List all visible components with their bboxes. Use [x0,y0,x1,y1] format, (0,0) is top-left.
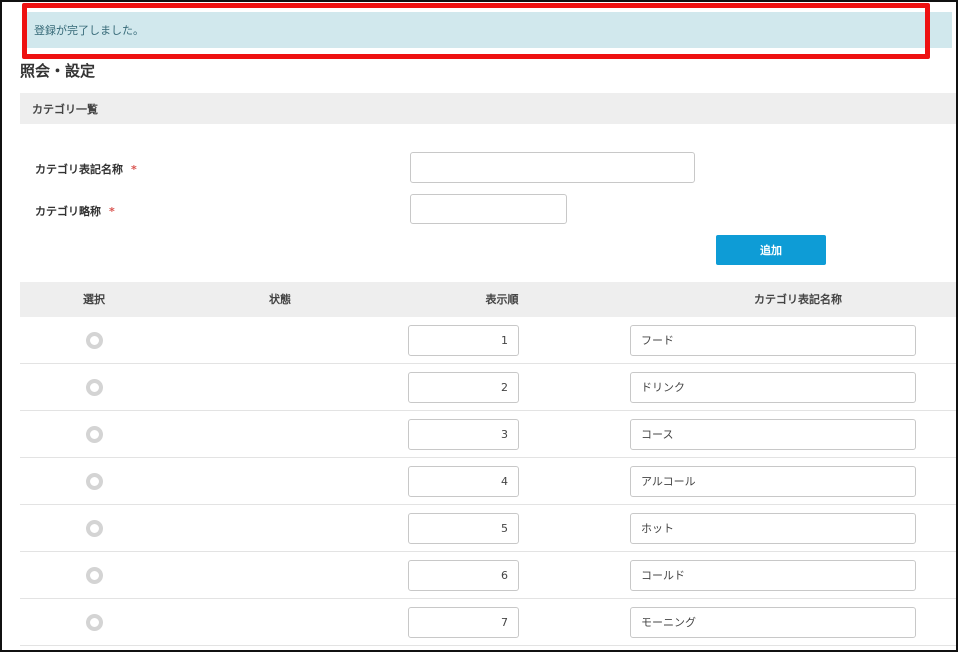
category-name-cell-input[interactable]: ドリンク [630,372,916,403]
select-radio[interactable] [86,520,103,537]
category-abbr-label-text: カテゴリ略称 [35,205,101,218]
category-name-input[interactable] [410,152,695,183]
column-name: カテゴリ表記名称 [754,293,842,306]
table-row: 4 アルコール [20,458,956,505]
column-status: 状態 [269,293,291,306]
category-table-body: 1 フード 2 ドリンク 3 コース 4 アルコール 5 ホット 6 コールド … [20,317,956,646]
category-abbr-label: カテゴリ略称 * [35,203,115,219]
table-header: 選択 状態 表示順 カテゴリ表記名称 [20,282,956,317]
table-row: 3 コース [20,411,956,458]
select-radio[interactable] [86,332,103,349]
section-header: カテゴリ一覧 [20,93,956,124]
category-name-cell-input[interactable]: コールド [630,560,916,591]
select-radio[interactable] [86,379,103,396]
required-mark: * [109,205,115,218]
select-radio[interactable] [86,473,103,490]
add-button[interactable]: 追加 [716,235,826,265]
select-radio[interactable] [86,426,103,443]
category-name-cell-input[interactable]: アルコール [630,466,916,497]
category-name-label-text: カテゴリ表記名称 [35,163,123,176]
category-name-cell-input[interactable]: モーニング [630,607,916,638]
app-frame: 登録が完了しました。 照会・設定 カテゴリ一覧 カテゴリ表記名称 * カテゴリ略称… [0,0,958,652]
category-name-label: カテゴリ表記名称 * [35,161,137,177]
order-input[interactable]: 3 [408,419,519,450]
category-name-cell-input[interactable]: フード [630,325,916,356]
order-input[interactable]: 4 [408,466,519,497]
select-radio[interactable] [86,614,103,631]
table-row: 5 ホット [20,505,956,552]
column-order: 表示順 [485,293,519,306]
order-input[interactable]: 6 [408,560,519,591]
section-title: カテゴリ一覧 [32,102,98,116]
category-name-cell-input[interactable]: ホット [630,513,916,544]
order-input[interactable]: 5 [408,513,519,544]
page-title: 照会・設定 [20,62,96,80]
required-mark: * [131,163,137,176]
table-row: 6 コールド [20,552,956,599]
table-row: 2 ドリンク [20,364,956,411]
category-name-cell-input[interactable]: コース [630,419,916,450]
table-row: 7 モーニング [20,599,956,646]
highlight-box [22,3,930,59]
select-radio[interactable] [86,567,103,584]
order-input[interactable]: 2 [408,372,519,403]
order-input[interactable]: 7 [408,607,519,638]
table-row: 1 フード [20,317,956,364]
category-abbr-input[interactable] [410,194,567,224]
order-input[interactable]: 1 [408,325,519,356]
column-select: 選択 [83,293,105,306]
